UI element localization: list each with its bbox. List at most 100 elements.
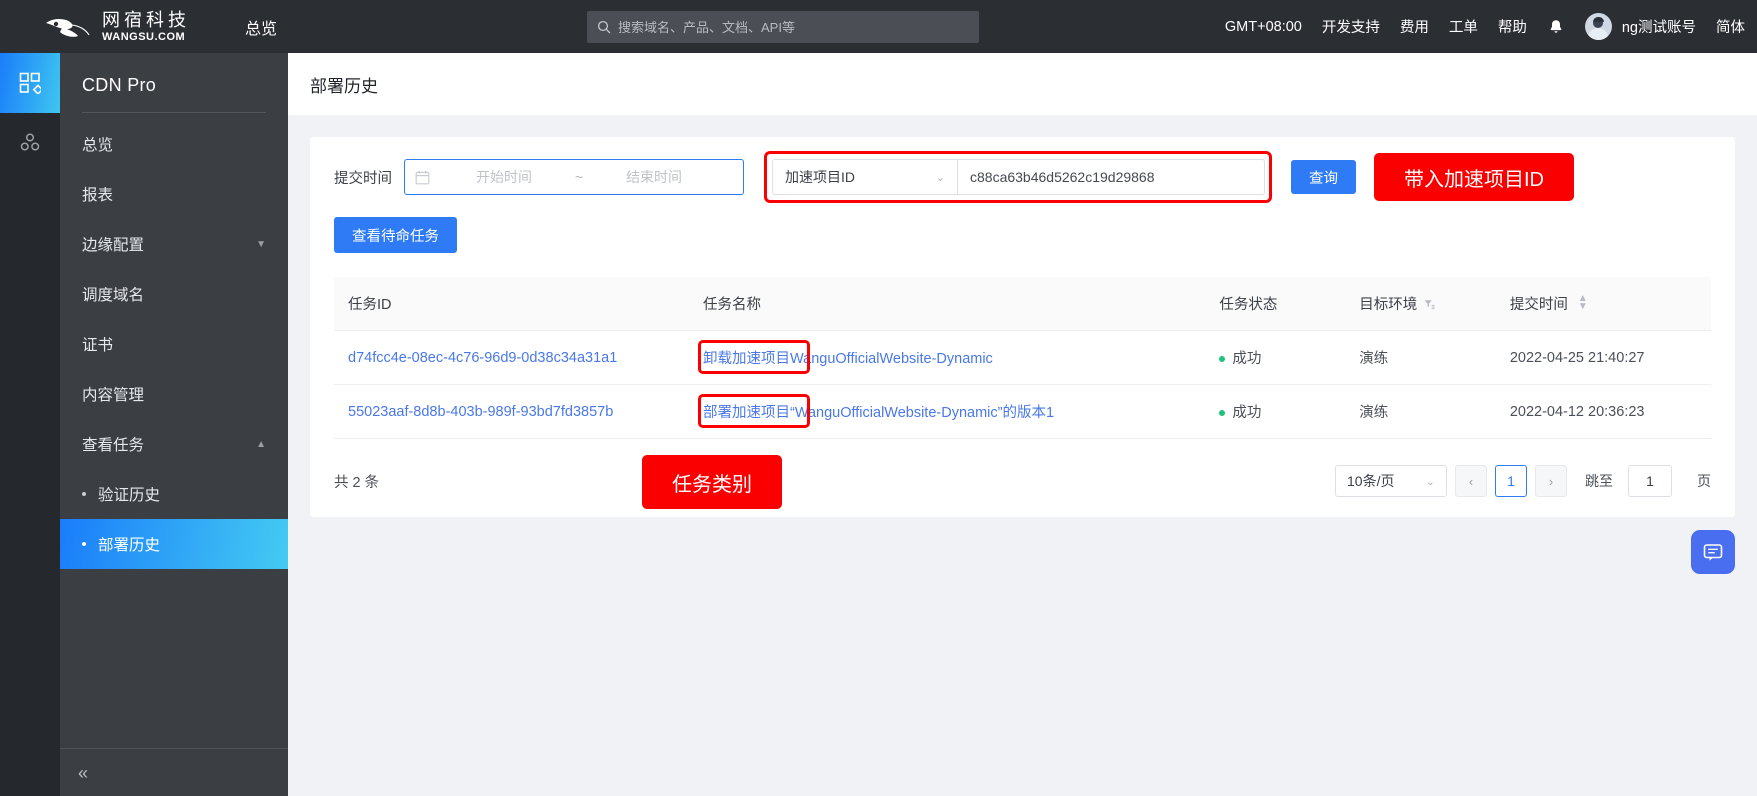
column-header-submit-time-label: 提交时间 — [1509, 297, 1568, 313]
notification-bell-icon[interactable] — [1547, 18, 1565, 36]
collapse-sidebar-icon[interactable]: « — [78, 764, 88, 782]
table-body: d74fcc4e-08ec-4c76-96d9-0d38c34a31a1 卸载加… — [334, 330, 1711, 439]
rail-item-products[interactable] — [0, 53, 60, 113]
status-dot-icon — [1219, 410, 1226, 417]
end-time-input[interactable] — [594, 169, 714, 185]
sidebar-item-content-management[interactable]: 内容管理 — [60, 369, 288, 419]
annotation-label-task-type: 任务类别 — [642, 455, 782, 509]
jump-to-label: 跳至 — [1585, 473, 1613, 489]
total-count-label: 共 2 条 — [334, 474, 380, 491]
status-dot-icon — [1219, 356, 1226, 363]
logo-chinese-text: 网宿科技 — [102, 9, 190, 30]
top-right-menu: GMT+08:00 开发支持 费用 工单 帮助 ng测试账号 简体 — [1225, 0, 1745, 53]
jump-to-page-input[interactable] — [1628, 465, 1672, 497]
chat-bubble-icon — [1703, 544, 1723, 561]
global-search-box[interactable] — [587, 11, 979, 43]
column-header-submit-time: 提交时间 ▲ ▼ — [1495, 277, 1711, 331]
query-button[interactable]: 查询 — [1291, 160, 1356, 194]
chevron-down-icon[interactable]: ⌄ — [936, 171, 945, 184]
nav-item-dev-support[interactable]: 开发支持 — [1322, 16, 1380, 37]
filter-funnel-icon[interactable] — [1424, 298, 1435, 314]
logo-english-text: WANGSU.COM — [102, 30, 186, 43]
sidebar-title: CDN Pro — [82, 75, 157, 95]
sidebar-item-deployment-history[interactable]: 部署历史 — [60, 519, 288, 569]
table-row[interactable]: d74fcc4e-08ec-4c76-96d9-0d38c34a31a1 卸载加… — [334, 330, 1711, 385]
app-root: 网宿科技 WANGSU.COM 总览 GMT+08:00 开发支持 费用 工单 … — [0, 0, 1757, 796]
filter-bar: 提交时间 ~ 加 — [334, 151, 1711, 203]
user-account-name[interactable]: ng测试账号 — [1622, 16, 1696, 37]
task-id-link[interactable]: 55023aaf-8d8b-403b-989f-93bd7fd3857b — [348, 404, 613, 420]
column-header-task-id: 任务ID — [334, 277, 689, 331]
chevron-down-icon[interactable]: ▼ — [256, 239, 266, 250]
table-row[interactable]: 55023aaf-8d8b-403b-989f-93bd7fd3857b 部署加… — [334, 384, 1711, 439]
submit-time-label: 提交时间 — [334, 170, 392, 187]
brand-logo[interactable]: 网宿科技 WANGSU.COM — [42, 11, 190, 43]
status-badge: 成功 — [1232, 405, 1262, 421]
user-avatar[interactable] — [1584, 13, 1612, 40]
next-page-button[interactable]: › — [1535, 465, 1567, 497]
sidebar-item-overview[interactable]: 总览 — [60, 119, 288, 169]
chevron-up-icon[interactable]: ▲ — [256, 439, 266, 450]
app-icon-rail — [0, 53, 60, 796]
sidebar: CDN Pro 总览 报表 边缘配置 ▼ 调度域名 证书 内容管理 查看任务 ▲… — [60, 53, 288, 796]
cell-task-state: 成功 — [1205, 384, 1346, 439]
column-header-task-state: 任务状态 — [1205, 277, 1346, 331]
date-range-picker[interactable]: ~ — [404, 159, 744, 195]
calendar-icon — [415, 170, 430, 185]
nav-item-ticket[interactable]: 工单 — [1449, 16, 1478, 37]
filter-type-value: 加速项目ID — [785, 169, 855, 185]
bullet-icon — [82, 492, 86, 496]
project-id-input[interactable] — [957, 159, 1265, 195]
sidebar-subitem-label: 部署历史 — [98, 537, 161, 554]
cell-task-state: 成功 — [1205, 330, 1346, 385]
search-input[interactable] — [618, 19, 969, 35]
nav-item-help[interactable]: 帮助 — [1498, 16, 1527, 37]
filter-type-select[interactable]: 加速项目ID ⌄ — [772, 159, 957, 195]
bullet-icon — [82, 542, 86, 546]
rail-item-resources[interactable] — [0, 113, 60, 173]
task-name-rest[interactable]: WanguOfficialWebsite-Dynamic — [790, 351, 993, 367]
sidebar-footer: « — [60, 748, 288, 796]
task-name-prefix[interactable]: 部署加速项目 — [703, 405, 790, 421]
page-number-1[interactable]: 1 — [1495, 465, 1527, 497]
grid-apps-icon — [19, 72, 41, 94]
cell-target-env: 演练 — [1345, 330, 1496, 385]
cell-task-id: 55023aaf-8d8b-403b-989f-93bd7fd3857b — [334, 384, 689, 439]
sidebar-item-certificates[interactable]: 证书 — [60, 319, 288, 369]
sidebar-item-label: 证书 — [82, 337, 114, 354]
table-header: 任务ID 任务名称 任务状态 目标环境 提交时间 ▲ ▼ — [334, 277, 1711, 331]
task-name-rest[interactable]: “WanguOfficialWebsite-Dynamic”的版本1 — [790, 405, 1054, 421]
sidebar-item-view-tasks[interactable]: 查看任务 ▲ — [60, 419, 288, 469]
feedback-chat-button[interactable] — [1691, 530, 1735, 574]
prev-page-button[interactable]: ‹ — [1455, 465, 1487, 497]
task-name-highlighted-prefix: 部署加速项目 — [698, 394, 810, 428]
timezone-selector[interactable]: GMT+08:00 — [1225, 19, 1302, 35]
cubes-icon — [20, 133, 40, 151]
view-standby-tasks-button[interactable]: 查看待命任务 — [334, 217, 457, 253]
status-badge: 成功 — [1232, 351, 1262, 367]
search-icon — [597, 20, 611, 34]
table-header-row: 任务ID 任务名称 任务状态 目标环境 提交时间 ▲ ▼ — [334, 277, 1711, 331]
sidebar-item-label: 报表 — [82, 187, 114, 204]
cell-target-env: 演练 — [1345, 384, 1496, 439]
chevron-down-icon[interactable]: ⌄ — [1426, 475, 1435, 488]
column-header-task-name: 任务名称 — [689, 277, 1206, 331]
sort-toggle-icon[interactable]: ▲ ▼ — [1578, 294, 1588, 312]
column-header-target-env-label: 目标环境 — [1359, 297, 1418, 313]
nav-item-billing[interactable]: 费用 — [1400, 16, 1429, 37]
start-time-input[interactable] — [444, 169, 564, 185]
task-name-prefix[interactable]: 卸载加速项目 — [703, 351, 790, 367]
language-switcher[interactable]: 简体 — [1716, 16, 1745, 37]
sidebar-item-scheduling-domain[interactable]: 调度域名 — [60, 269, 288, 319]
nav-item-overview[interactable]: 总览 — [245, 15, 277, 39]
cell-submit-time: 2022-04-25 21:40:27 — [1495, 330, 1711, 385]
task-id-link[interactable]: d74fcc4e-08ec-4c76-96d9-0d38c34a31a1 — [348, 350, 617, 366]
sidebar-item-edge-config[interactable]: 边缘配置 ▼ — [60, 219, 288, 269]
sidebar-item-validation-history[interactable]: 验证历史 — [60, 469, 288, 519]
sidebar-item-reports[interactable]: 报表 — [60, 169, 288, 219]
table-footer: 共 2 条 任务类别 10条/页 ⌄ ‹ 1 › 跳至 页 — [334, 455, 1711, 509]
project-id-filter-group: 加速项目ID ⌄ — [764, 151, 1272, 203]
page-size-select[interactable]: 10条/页 ⌄ — [1335, 465, 1447, 497]
sidebar-item-label: 总览 — [82, 137, 114, 154]
cell-task-name: 卸载加速项目 WanguOfficialWebsite-Dynamic — [689, 330, 1206, 385]
